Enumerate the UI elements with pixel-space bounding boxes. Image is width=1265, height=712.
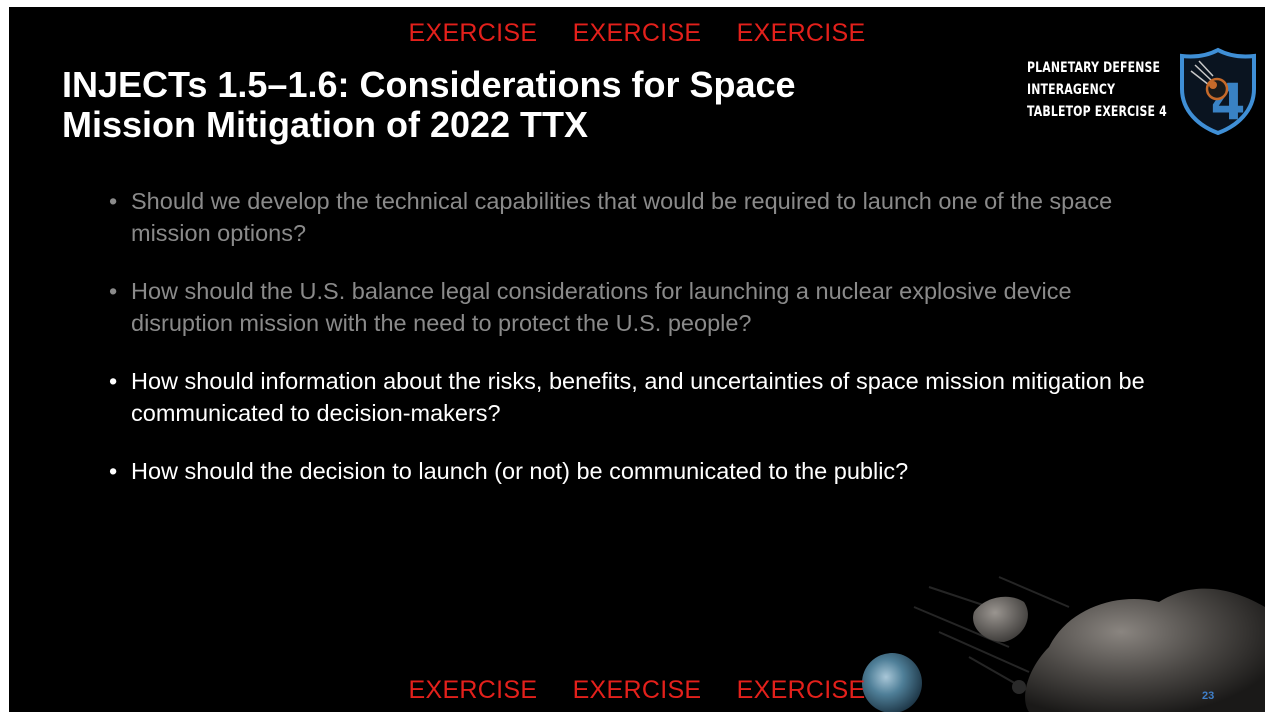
logo-line: INTERAGENCY <box>1027 82 1116 98</box>
list-item: How should the U.S. balance legal consid… <box>109 275 1179 339</box>
banner-word: EXERCISE <box>408 676 538 704</box>
slide-title-line: INJECTs 1.5–1.6: Considerations for Spac… <box>62 64 796 105</box>
small-asteroid-image <box>973 596 1028 642</box>
planetary-defense-logo-icon: 4 <box>1180 47 1256 135</box>
page-number: 23 <box>1202 690 1215 702</box>
list-item: How should information about the risks, … <box>109 365 1179 429</box>
banner-word: EXERCISE <box>736 19 866 47</box>
banner-word: EXERCISE <box>736 676 866 704</box>
slide-title-line: Mission Mitigation of 2022 TTX <box>62 104 589 145</box>
logo-line: PLANETARY DEFENSE <box>1027 60 1161 76</box>
banner-word: EXERCISE <box>572 19 702 47</box>
list-item: How should the decision to launch (or no… <box>109 455 1179 487</box>
logo-line: TABLETOP EXERCISE 4 <box>1027 104 1167 120</box>
slide: EXERCISE EXERCISE EXERCISE INJECTs 1.5–1… <box>9 7 1265 712</box>
list-item: Should we develop the technical capabili… <box>109 185 1179 249</box>
slide-title: INJECTs 1.5–1.6: Considerations for Spac… <box>62 65 962 145</box>
banner-word: EXERCISE <box>408 19 538 47</box>
logo-text: PLANETARY DEFENSE INTERAGENCY TABLETOP E… <box>1027 57 1167 123</box>
banner-word: EXERCISE <box>572 676 702 704</box>
exercise-banner-top: EXERCISE EXERCISE EXERCISE <box>9 19 1265 48</box>
exercise-banner-bottom: EXERCISE EXERCISE EXERCISE <box>9 676 1265 705</box>
question-list: Should we develop the technical capabili… <box>109 185 1179 513</box>
